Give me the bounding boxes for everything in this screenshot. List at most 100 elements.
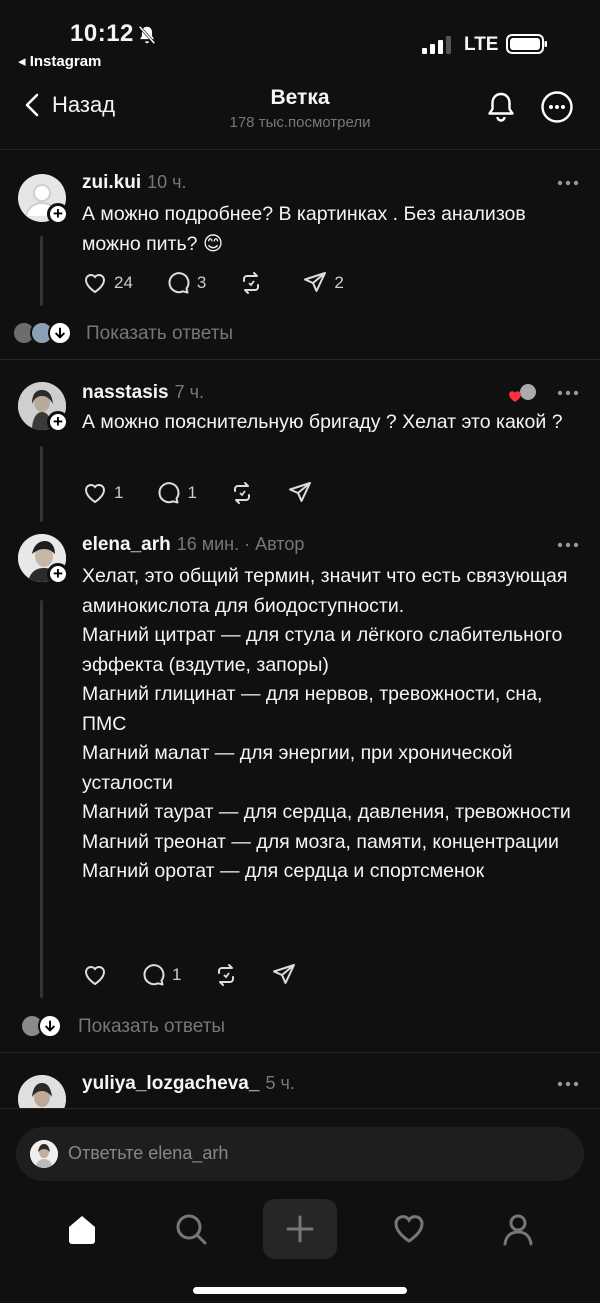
send-icon xyxy=(288,482,311,502)
comment-count: 1 xyxy=(187,483,197,502)
post-time: 5 ч. xyxy=(265,1073,295,1093)
comment-icon xyxy=(159,482,180,504)
red-heart-icon xyxy=(509,391,521,402)
thread-line xyxy=(40,236,43,306)
tab-activity[interactable] xyxy=(379,1199,439,1259)
post-time: 16 мин. · Автор xyxy=(176,534,305,554)
follow-plus-icon[interactable]: + xyxy=(47,411,69,433)
post-header: zui.kui 10 ч. xyxy=(82,172,187,194)
tab-bar xyxy=(0,1199,600,1259)
post-actions: 1 1 xyxy=(82,480,345,506)
thread-feed: + zui.kui 10 ч. А можно подробнее? В кар… xyxy=(0,150,600,1110)
repost-button[interactable] xyxy=(229,480,255,506)
plus-icon xyxy=(286,1215,314,1243)
comment-count: 3 xyxy=(196,273,207,292)
post-paragraph: Магний глицинат — для нервов, тревожност… xyxy=(82,683,543,735)
heart-icon xyxy=(84,484,106,504)
reply-placeholder: Ответьте elena_arh xyxy=(68,1143,229,1163)
show-replies-label[interactable]: Показать ответы xyxy=(86,323,233,345)
thread-line xyxy=(40,446,43,522)
share-count: 2 xyxy=(334,273,344,292)
bell-icon[interactable] xyxy=(484,90,518,124)
post-more-icon[interactable] xyxy=(556,388,580,398)
tab-search[interactable] xyxy=(161,1199,221,1259)
bottom-bar: Ответьте elena_arh xyxy=(0,1108,600,1303)
repost-icon xyxy=(218,964,235,986)
tab-home[interactable] xyxy=(52,1199,112,1259)
username[interactable]: elena_arh xyxy=(82,534,171,556)
liked-by-author-badge xyxy=(508,382,540,406)
post-actions: 24 3 2 xyxy=(82,270,376,296)
back-label: Назад xyxy=(52,92,116,117)
post-header: elena_arh 16 мин. · Автор xyxy=(82,534,304,556)
heart-icon xyxy=(394,1215,424,1243)
back-to-app-link[interactable]: ◂ Instagram xyxy=(18,52,101,70)
repost-icon xyxy=(243,272,260,294)
comment-button[interactable]: 3 xyxy=(165,270,206,296)
comment-icon xyxy=(168,272,190,294)
post-time: 10 ч. xyxy=(147,172,187,192)
profile-icon xyxy=(503,1214,533,1246)
thread-header: Ветка 178 тыс.посмотрели Назад xyxy=(0,76,600,150)
status-bar: 10:12 ◂ Instagram LTE xyxy=(0,0,600,76)
comment-button[interactable]: 1 xyxy=(140,962,181,988)
reply-avatars xyxy=(12,321,72,345)
like-button[interactable]: 1 xyxy=(82,480,123,506)
post-paragraph: Магний малат — для энергии, при хроничес… xyxy=(82,742,513,794)
like-button[interactable] xyxy=(82,962,108,988)
post-more-icon[interactable] xyxy=(556,178,580,188)
share-button[interactable] xyxy=(287,480,313,506)
show-replies-label[interactable]: Показать ответы xyxy=(78,1016,225,1038)
post-paragraph: Магний оротат — для сердца и спортсменок xyxy=(82,860,485,882)
reply-input[interactable]: Ответьте elena_arh xyxy=(16,1127,584,1181)
search-icon xyxy=(176,1214,207,1245)
thread-line xyxy=(40,600,43,998)
chevron-left-icon xyxy=(25,93,39,117)
post-time: 7 ч. xyxy=(174,382,205,402)
reply-post: + nasstasis 7 ч. А можно пояснительную б… xyxy=(0,360,600,530)
back-button[interactable]: Назад xyxy=(22,92,115,118)
like-count: 1 xyxy=(114,483,124,502)
username[interactable]: nasstasis xyxy=(82,382,169,404)
share-button[interactable] xyxy=(271,962,297,988)
bell-off-icon xyxy=(138,25,156,45)
arrow-down-icon xyxy=(38,1014,62,1038)
reply-post: yuliya_lozgacheva_ 5 ч. xyxy=(0,1053,600,1110)
post-paragraph: Магний таурат — для сердца, давления, тр… xyxy=(82,801,571,823)
network-type: LTE xyxy=(464,34,499,55)
battery-icon xyxy=(506,34,547,54)
show-replies-row[interactable]: Показать ответы xyxy=(0,1006,600,1046)
my-avatar xyxy=(30,1140,58,1168)
comment-icon xyxy=(143,964,165,986)
post-paragraph: Магний треонат — для мозга, памяти, конц… xyxy=(82,830,559,853)
post-more-icon[interactable] xyxy=(556,1079,580,1089)
home-icon xyxy=(69,1216,95,1244)
post-paragraph: Хелат, это общий термин, значит что есть… xyxy=(82,565,568,617)
post-header: nasstasis 7 ч. xyxy=(82,382,204,404)
post-paragraph: Магний цитрат — для стула и лёгкого слаб… xyxy=(82,624,563,676)
avatar[interactable] xyxy=(18,1075,66,1110)
post-paragraph: А можно подробнее? В картинках . Без ана… xyxy=(82,203,526,255)
photo-avatar-icon xyxy=(18,1075,66,1110)
signal-icon xyxy=(422,36,451,54)
like-button[interactable]: 24 xyxy=(82,270,133,296)
arrow-down-icon xyxy=(48,321,72,345)
username[interactable]: yuliya_lozgacheva_ xyxy=(82,1073,259,1095)
repost-icon xyxy=(233,482,250,504)
show-replies-row[interactable]: Показать ответы xyxy=(0,313,600,353)
status-time: 10:12 xyxy=(70,20,134,47)
repost-button[interactable] xyxy=(213,962,239,988)
post-text: А можно подробнее? В картинках . Без ана… xyxy=(82,200,587,259)
repost-button[interactable] xyxy=(238,270,270,296)
comment-button[interactable]: 1 xyxy=(155,480,197,506)
tab-profile[interactable] xyxy=(488,1199,548,1259)
username[interactable]: zui.kui xyxy=(82,172,141,194)
tab-create[interactable] xyxy=(263,1199,337,1259)
post-header: yuliya_lozgacheva_ 5 ч. xyxy=(82,1073,295,1095)
post-more-icon[interactable] xyxy=(556,540,580,550)
more-options-icon[interactable] xyxy=(540,90,574,124)
follow-plus-icon[interactable]: + xyxy=(47,563,69,585)
share-button[interactable]: 2 xyxy=(302,270,344,296)
follow-plus-icon[interactable]: + xyxy=(47,203,69,225)
author-reply-post: + elena_arh 16 мин. · Автор Хелат, это о… xyxy=(0,530,600,1010)
